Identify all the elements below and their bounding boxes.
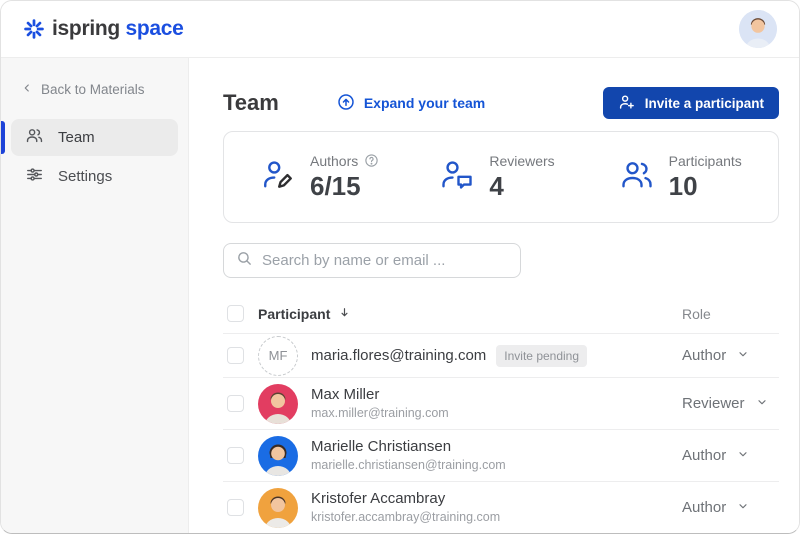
participant-email: maria.flores@training.com	[311, 347, 486, 364]
participant-info: Marielle Christiansen marielle.christian…	[311, 438, 506, 474]
role-dropdown[interactable]: Author	[682, 499, 749, 517]
chevron-down-icon	[737, 347, 749, 365]
topbar: ispring space	[1, 1, 799, 58]
stat-authors: Authors 6/15	[232, 153, 411, 202]
ispring-flower-icon	[23, 18, 45, 40]
participants-group-icon	[619, 157, 655, 198]
sort-arrow-down-icon	[338, 306, 351, 322]
table-row: Marielle Christiansen marielle.christian…	[223, 430, 779, 482]
stat-participants-value: 10	[669, 171, 742, 202]
participant-column-header[interactable]: Participant	[258, 306, 351, 322]
chevron-down-icon	[737, 499, 749, 517]
reviewer-chat-icon	[439, 157, 475, 198]
circle-arrow-up-icon	[337, 93, 355, 114]
invite-pending-badge: Invite pending	[496, 345, 587, 367]
participant-header-label: Participant	[258, 306, 330, 322]
author-pencil-icon	[260, 157, 296, 198]
back-to-materials-link[interactable]: Back to Materials	[1, 78, 188, 101]
user-avatar[interactable]	[739, 10, 777, 48]
team-stats-card: Authors 6/15	[223, 131, 779, 223]
page-header: Team Expand your team	[223, 87, 779, 119]
stat-participants-label: Participants	[669, 153, 742, 169]
search-icon	[236, 250, 253, 272]
stat-reviewers-text: Reviewers 4	[489, 153, 554, 202]
avatar	[258, 436, 298, 476]
app-window: ispring space Back to Materials	[0, 0, 800, 534]
stat-authors-value: 6/15	[310, 171, 379, 202]
sidebar: Back to Materials Team	[1, 58, 189, 533]
sidebar-settings-label: Settings	[58, 168, 112, 185]
stat-reviewers: Reviewers 4	[411, 153, 590, 202]
chevron-left-icon	[21, 82, 33, 97]
main-panel: Team Expand your team	[189, 58, 799, 533]
search-input[interactable]	[262, 252, 508, 269]
role-value: Author	[682, 347, 726, 364]
avatar	[258, 384, 298, 424]
participant-info: Max Miller max.miller@training.com	[311, 386, 449, 422]
invite-button-label: Invite a participant	[645, 96, 764, 111]
search-box	[223, 243, 521, 278]
participant-email: marielle.christiansen@training.com	[311, 457, 506, 473]
participant-name: Max Miller	[311, 386, 449, 405]
stat-reviewers-value: 4	[489, 171, 554, 202]
role-column-header: Role	[682, 306, 711, 322]
stat-reviewers-label: Reviewers	[489, 153, 554, 169]
table-row: Kristofer Accambray kristofer.accambray@…	[223, 482, 779, 533]
participant-info: Kristofer Accambray kristofer.accambray@…	[311, 490, 500, 526]
table-row: Max Miller max.miller@training.com Revie…	[223, 378, 779, 430]
invite-participant-button[interactable]: Invite a participant	[603, 87, 779, 119]
person-plus-icon	[618, 93, 636, 114]
select-all-checkbox[interactable]	[227, 305, 244, 322]
team-icon	[25, 126, 44, 149]
chevron-down-icon	[737, 447, 749, 465]
table-header-row: Participant Role	[223, 294, 779, 334]
role-value: Author	[682, 447, 726, 464]
settings-sliders-icon	[25, 165, 44, 188]
brand-name: ispring space	[52, 17, 184, 41]
stat-participants-text: Participants 10	[669, 153, 742, 202]
row-checkbox[interactable]	[227, 395, 244, 412]
avatar	[258, 488, 298, 528]
role-dropdown[interactable]: Reviewer	[682, 395, 768, 413]
avatar-initials: MF	[258, 336, 298, 376]
stat-authors-label: Authors	[310, 153, 358, 169]
sidebar-item-team[interactable]: Team	[11, 119, 178, 156]
expand-team-link[interactable]: Expand your team	[337, 93, 485, 114]
stat-authors-text: Authors 6/15	[310, 153, 379, 202]
stat-participants: Participants 10	[591, 153, 770, 202]
participant-email: max.miller@training.com	[311, 405, 449, 421]
row-checkbox[interactable]	[227, 447, 244, 464]
row-checkbox[interactable]	[227, 347, 244, 364]
participant-name: Kristofer Accambray	[311, 490, 500, 509]
role-dropdown[interactable]: Author	[682, 347, 749, 365]
sidebar-team-label: Team	[58, 129, 95, 146]
table-row: MF maria.flores@training.com Invite pend…	[223, 334, 779, 378]
back-link-label: Back to Materials	[41, 82, 145, 97]
role-value: Author	[682, 499, 726, 516]
brand-logo[interactable]: ispring space	[23, 17, 184, 41]
row-checkbox[interactable]	[227, 499, 244, 516]
role-value: Reviewer	[682, 395, 745, 412]
participants-table: Participant Role MF maria.flores@trainin…	[223, 294, 779, 533]
page-title: Team	[223, 90, 279, 116]
participant-name: Marielle Christiansen	[311, 438, 506, 457]
sidebar-item-settings[interactable]: Settings	[11, 158, 178, 195]
content-area: Back to Materials Team	[1, 58, 799, 533]
role-dropdown[interactable]: Author	[682, 447, 749, 465]
chevron-down-icon	[756, 395, 768, 413]
expand-link-label: Expand your team	[364, 95, 485, 111]
participant-email: kristofer.accambray@training.com	[311, 509, 500, 525]
help-icon[interactable]	[364, 153, 379, 168]
